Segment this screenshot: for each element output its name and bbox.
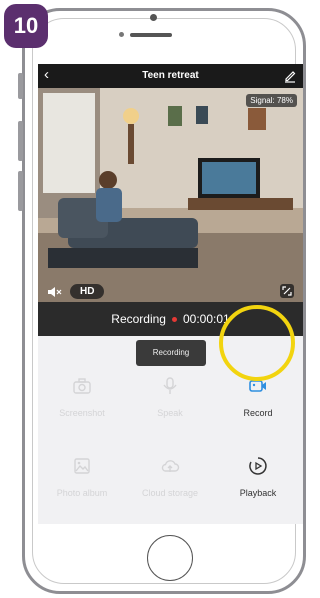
cloud-upload-icon (161, 460, 180, 472)
step-number-badge: 10 (4, 4, 48, 48)
signal-strength-badge: Signal: 78% (246, 94, 297, 107)
camera-icon (73, 378, 91, 394)
fullscreen-icon[interactable] (279, 283, 295, 299)
live-video-feed[interactable]: Signal: 78% HD (38, 88, 303, 302)
photo-album-button[interactable]: Photo album (38, 444, 126, 524)
speaker-mute-icon[interactable] (46, 285, 62, 299)
pencil-icon[interactable] (283, 69, 297, 83)
living-room-camera-image (38, 88, 303, 302)
recording-label: Recording (111, 312, 166, 326)
cloud-storage-label: Cloud storage (141, 488, 199, 498)
speak-button[interactable]: Speak (126, 364, 214, 444)
screenshot-label: Screenshot (59, 408, 105, 418)
playback-label: Playback (239, 488, 277, 498)
page-title: Teen retreat (142, 70, 199, 81)
action-grid: Screenshot Speak Record Photo album Clou… (38, 364, 303, 524)
hd-quality-toggle[interactable]: HD (70, 284, 105, 299)
photo-album-label: Photo album (56, 488, 108, 498)
recording-toast: Recording (136, 340, 206, 366)
record-label: Record (243, 408, 273, 418)
cloud-storage-button[interactable]: Cloud storage (126, 444, 214, 524)
header-bar: ‹ Teen retreat (38, 64, 303, 88)
mute-switch (18, 73, 23, 99)
playback-icon (249, 457, 267, 475)
record-highlight-circle (219, 305, 295, 381)
earpiece-speaker (130, 33, 172, 37)
screenshot-button[interactable]: Screenshot (38, 364, 126, 444)
volume-up-button (18, 121, 23, 161)
microphone-icon (163, 377, 177, 394)
home-button[interactable] (147, 535, 193, 581)
front-camera (119, 32, 124, 37)
app-screen: ‹ Teen retreat Signal: 78% HD Recording … (38, 64, 303, 524)
image-icon (74, 458, 90, 474)
recording-dot-icon (171, 317, 177, 323)
proximity-sensor (150, 14, 157, 21)
speak-label: Speak (157, 408, 183, 418)
volume-down-button (18, 171, 23, 211)
playback-button[interactable]: Playback (214, 444, 302, 524)
